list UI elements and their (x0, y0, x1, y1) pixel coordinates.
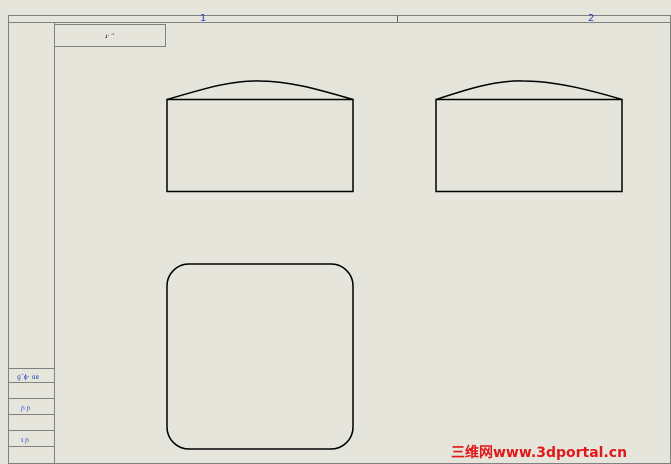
view-top (166, 263, 354, 450)
view-front (166, 80, 354, 193)
side-label-2: ɲ ɲ (20, 405, 31, 412)
watermark: 三维网www.3dportal.cn (451, 444, 627, 461)
sheet-border (8, 15, 671, 464)
view-front-body (166, 98, 354, 193)
zone-label-2: 2 (588, 13, 594, 24)
drawing-sheet: 1 2 ɹˑ ′ʻ ɡ˝ɸˑ ɑɐ ɲ ɲ ɪ ɲ 三维网www.3dporta… (8, 13, 671, 464)
view-side-body (435, 98, 623, 193)
title-tab-text: ɹˑ ′ʻ (105, 33, 115, 40)
zone-label-1: 1 (200, 13, 206, 24)
side-label-3: ɪ ɲ (21, 437, 29, 444)
side-label-1: ɡ˝ɸˑ ɑɐ (17, 374, 40, 381)
view-side-arch (435, 80, 623, 101)
view-side (435, 80, 623, 193)
view-front-arch (166, 80, 354, 101)
